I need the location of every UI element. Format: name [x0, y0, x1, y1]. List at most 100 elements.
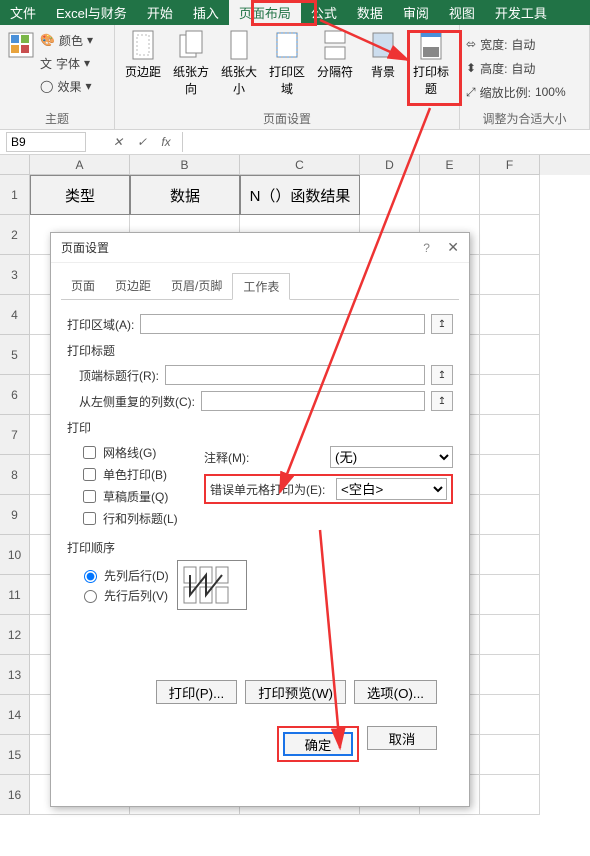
cell-F1[interactable] [480, 175, 540, 215]
cell-F11[interactable] [480, 575, 540, 615]
cell-F9[interactable] [480, 495, 540, 535]
row-header-13[interactable]: 13 [0, 655, 30, 695]
row-header-4[interactable]: 4 [0, 295, 30, 335]
left-cols-input[interactable] [201, 391, 425, 411]
zoom-row[interactable]: ⤢缩放比例:100% [466, 81, 583, 103]
cell-F10[interactable] [480, 535, 540, 575]
name-box[interactable]: B9 [6, 132, 86, 152]
print-area-ref-button[interactable]: ↥ [431, 314, 453, 334]
cell-D1[interactable] [360, 175, 420, 215]
tab-review[interactable]: 审阅 [393, 0, 439, 25]
col-header-E[interactable]: E [420, 155, 480, 175]
cancel-formula-icon[interactable]: ✕ [106, 135, 130, 149]
fonts-button[interactable]: 文字体▾ [40, 52, 93, 74]
tab-page-layout[interactable]: 页面布局 [229, 0, 301, 25]
print-titles-icon [415, 29, 447, 61]
bw-checkbox[interactable] [83, 468, 96, 481]
height-row[interactable]: ⬍高度:自动 [466, 57, 583, 79]
print-area-button[interactable]: 打印区域 [265, 29, 309, 97]
tab-excel-finance[interactable]: Excel与财务 [46, 0, 137, 25]
down-over-radio[interactable] [84, 570, 97, 583]
cell-F4[interactable] [480, 295, 540, 335]
row-header-10[interactable]: 10 [0, 535, 30, 575]
cell-F14[interactable] [480, 695, 540, 735]
themes-button[interactable] [6, 29, 36, 61]
ok-button[interactable]: 确定 [283, 732, 353, 756]
print-button[interactable]: 打印(P)... [156, 680, 238, 704]
close-icon[interactable]: ✕ [447, 239, 459, 255]
errors-select[interactable]: <空白> [336, 478, 447, 500]
cell-F8[interactable] [480, 455, 540, 495]
comments-select[interactable]: (无) [330, 446, 453, 468]
size-button[interactable]: 纸张大小 [217, 29, 261, 97]
tab-header-footer[interactable]: 页眉/页脚 [161, 273, 232, 299]
fx-icon[interactable]: fx [154, 135, 178, 149]
row-header-3[interactable]: 3 [0, 255, 30, 295]
left-cols-ref-button[interactable]: ↥ [431, 391, 453, 411]
options-button[interactable]: 选项(O)... [354, 680, 437, 704]
cell-F13[interactable] [480, 655, 540, 695]
col-header-A[interactable]: A [30, 155, 130, 175]
preview-button[interactable]: 打印预览(W) [245, 680, 346, 704]
draft-checkbox[interactable] [83, 490, 96, 503]
row-header-8[interactable]: 8 [0, 455, 30, 495]
row-header-6[interactable]: 6 [0, 375, 30, 415]
tab-formulas[interactable]: 公式 [301, 0, 347, 25]
effects-button[interactable]: ◯效果▾ [40, 75, 93, 97]
col-header-B[interactable]: B [130, 155, 240, 175]
breaks-button[interactable]: 分隔符 [313, 29, 357, 80]
row-header-14[interactable]: 14 [0, 695, 30, 735]
over-down-radio[interactable] [84, 590, 97, 603]
col-header-C[interactable]: C [240, 155, 360, 175]
background-button[interactable]: 背景 [361, 29, 405, 80]
cell-F12[interactable] [480, 615, 540, 655]
select-all-corner[interactable] [0, 155, 30, 175]
formula-input[interactable] [182, 132, 590, 152]
cell-F7[interactable] [480, 415, 540, 455]
tab-insert[interactable]: 插入 [183, 0, 229, 25]
tab-view[interactable]: 视图 [439, 0, 485, 25]
tab-file[interactable]: 文件 [0, 0, 46, 25]
cell-F6[interactable] [480, 375, 540, 415]
tab-margins[interactable]: 页边距 [105, 273, 161, 299]
enter-formula-icon[interactable]: ✓ [130, 135, 154, 149]
dialog-title: 页面设置 [61, 239, 109, 256]
tab-page[interactable]: 页面 [61, 273, 105, 299]
row-header-5[interactable]: 5 [0, 335, 30, 375]
top-rows-ref-button[interactable]: ↥ [431, 365, 453, 385]
top-rows-input[interactable] [165, 365, 425, 385]
row-header-7[interactable]: 7 [0, 415, 30, 455]
cell-C1[interactable]: N（）函数结果 [240, 175, 360, 215]
cell-F16[interactable] [480, 775, 540, 815]
cancel-button[interactable]: 取消 [367, 726, 437, 750]
row-header-16[interactable]: 16 [0, 775, 30, 815]
rowcol-checkbox[interactable] [83, 512, 96, 525]
row-header-2[interactable]: 2 [0, 215, 30, 255]
tab-sheet[interactable]: 工作表 [232, 273, 290, 300]
cell-A1[interactable]: 类型 [30, 175, 130, 215]
orientation-button[interactable]: 纸张方向 [169, 29, 213, 97]
cell-F15[interactable] [480, 735, 540, 775]
cell-F2[interactable] [480, 215, 540, 255]
gridlines-checkbox[interactable] [83, 446, 96, 459]
width-row[interactable]: ⬄宽度:自动 [466, 33, 583, 55]
row-header-11[interactable]: 11 [0, 575, 30, 615]
tab-developer[interactable]: 开发工具 [485, 0, 557, 25]
cell-F3[interactable] [480, 255, 540, 295]
print-titles-button[interactable]: 打印标题 [409, 29, 453, 97]
cell-F5[interactable] [480, 335, 540, 375]
col-header-F[interactable]: F [480, 155, 540, 175]
tab-data[interactable]: 数据 [347, 0, 393, 25]
row-header-12[interactable]: 12 [0, 615, 30, 655]
cell-E1[interactable] [420, 175, 480, 215]
tab-home[interactable]: 开始 [137, 0, 183, 25]
margins-button[interactable]: 页边距 [121, 29, 165, 80]
col-header-D[interactable]: D [360, 155, 420, 175]
print-area-input[interactable] [140, 314, 425, 334]
colors-button[interactable]: 🎨颜色▾ [40, 29, 93, 51]
cell-B1[interactable]: 数据 [130, 175, 240, 215]
row-header-15[interactable]: 15 [0, 735, 30, 775]
help-icon[interactable]: ? [423, 241, 430, 255]
row-header-9[interactable]: 9 [0, 495, 30, 535]
row-header-1[interactable]: 1 [0, 175, 30, 215]
